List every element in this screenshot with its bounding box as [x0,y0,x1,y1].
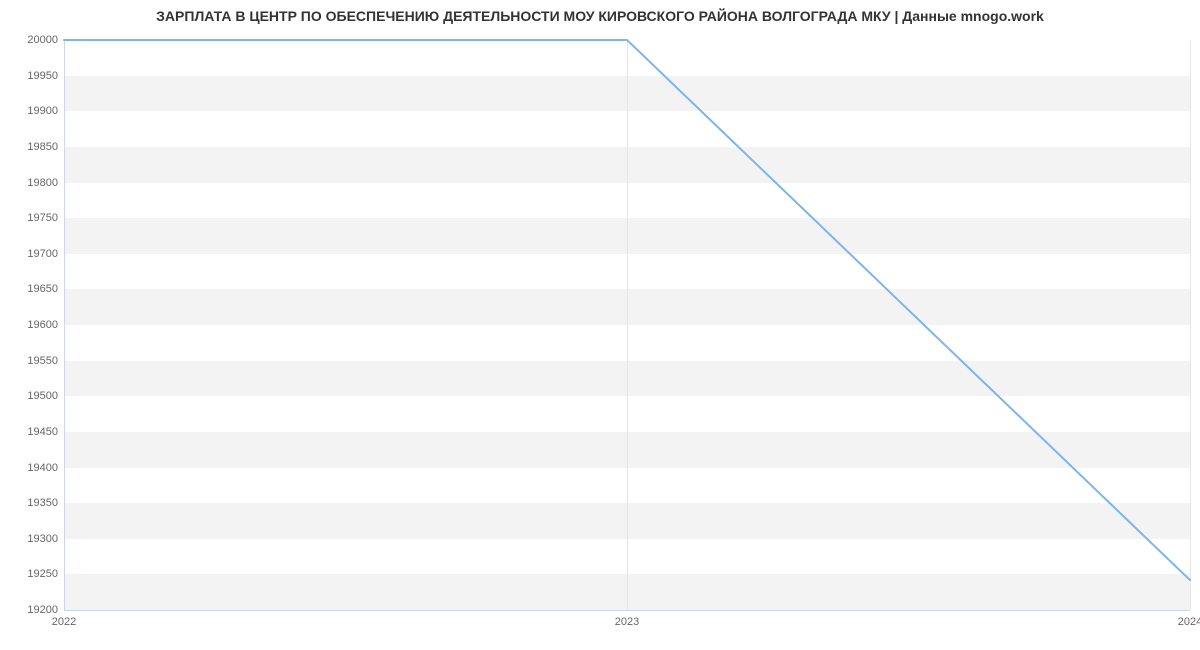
x-tick-label: 2024 [1178,610,1200,628]
y-tick-label: 19500 [27,390,64,402]
y-tick-label: 19950 [27,70,64,82]
chart-container: ЗАРПЛАТА В ЦЕНТР ПО ОБЕСПЕЧЕНИЮ ДЕЯТЕЛЬН… [0,0,1200,650]
series-line [64,40,1190,580]
y-tick-label: 19250 [27,568,64,580]
y-tick-label: 19550 [27,355,64,367]
plot-area: 1920019250193001935019400194501950019550… [64,40,1190,610]
y-tick-label: 20000 [27,34,64,46]
series-svg [64,40,1190,610]
y-tick-label: 19600 [27,319,64,331]
y-tick-label: 19800 [27,177,64,189]
y-tick-label: 19750 [27,212,64,224]
x-tick-label: 2023 [615,610,639,628]
y-tick-label: 19450 [27,426,64,438]
y-tick-label: 19400 [27,462,64,474]
y-tick-label: 19850 [27,141,64,153]
x-tick-label: 2022 [52,610,76,628]
x-axis-line [64,610,1190,611]
y-tick-label: 19350 [27,497,64,509]
y-tick-label: 19650 [27,283,64,295]
chart-title: ЗАРПЛАТА В ЦЕНТР ПО ОБЕСПЕЧЕНИЮ ДЕЯТЕЛЬН… [0,8,1200,24]
y-tick-label: 19900 [27,105,64,117]
x-gridline [1190,40,1191,610]
y-tick-label: 19300 [27,533,64,545]
y-tick-label: 19700 [27,248,64,260]
